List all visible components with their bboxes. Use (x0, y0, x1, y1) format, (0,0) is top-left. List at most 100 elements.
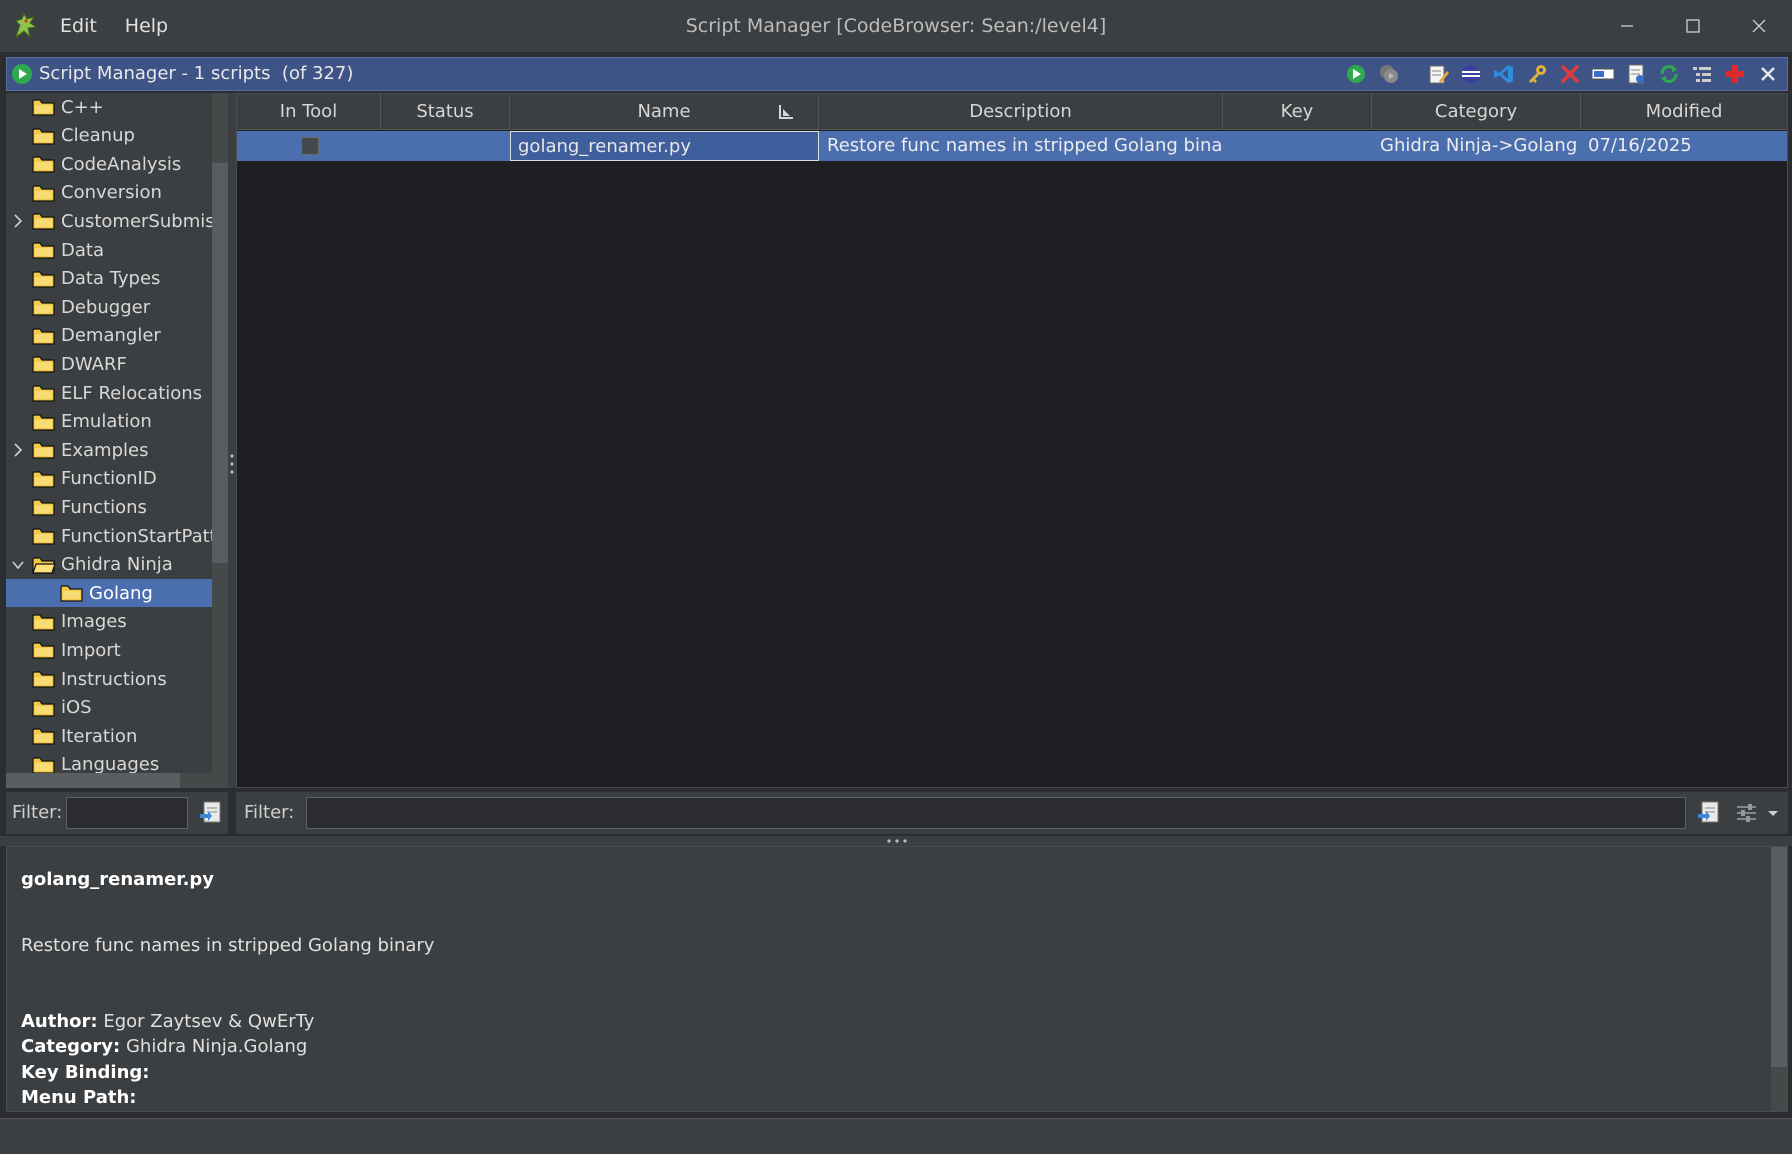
folder-icon (32, 328, 55, 345)
tree-item[interactable]: Examples (6, 436, 212, 464)
close-panel-button[interactable] (1754, 61, 1781, 87)
help-icon (1725, 65, 1744, 83)
edit-script-icon (1429, 65, 1449, 84)
tree-item[interactable]: Emulation (6, 408, 212, 436)
refresh-button[interactable] (1655, 61, 1682, 87)
column-key[interactable]: Key (1223, 94, 1372, 130)
tree-item-label: Data Types (61, 268, 161, 290)
tree-item[interactable]: C++ (6, 93, 212, 121)
tree-item[interactable]: iOS (6, 694, 212, 722)
tree-filter-input[interactable] (66, 797, 188, 829)
rename-script-button[interactable] (1589, 61, 1616, 87)
tree-horizontal-scroll-thumb[interactable] (6, 773, 180, 788)
column-category[interactable]: Category (1372, 94, 1581, 130)
tree-item[interactable]: Cleanup (6, 122, 212, 150)
chevron-down-icon[interactable] (1766, 800, 1780, 826)
tree-item[interactable]: Data (6, 236, 212, 264)
folder-icon (32, 671, 55, 688)
script-manager-icon (12, 64, 32, 84)
tree-item-label: Examples (61, 439, 149, 461)
name-cell[interactable]: golang_renamer.py (510, 131, 819, 161)
tree-item[interactable]: Conversion (6, 179, 212, 207)
tree-item-label: FunctionStartPatte (61, 525, 228, 547)
script-directories-button[interactable] (1688, 61, 1715, 87)
chevron-right-icon[interactable] (12, 214, 24, 228)
tree-item[interactable]: Images (6, 608, 212, 636)
folder-icon (32, 356, 55, 373)
table-row[interactable]: golang_renamer.py Restore func names in … (237, 131, 1787, 161)
tree-item[interactable]: Iteration (6, 722, 212, 750)
folder-open-icon (32, 556, 56, 574)
folder-icon (32, 299, 55, 316)
sort-ascending-icon (779, 105, 793, 119)
menu-help[interactable]: Help (125, 15, 168, 37)
chevron-right-icon[interactable] (12, 443, 24, 457)
column-description[interactable]: Description (819, 94, 1223, 130)
filter-options-icon[interactable] (1696, 800, 1722, 826)
vertical-splitter[interactable] (228, 93, 236, 788)
tree-item[interactable]: ELF Relocations (6, 379, 212, 407)
tree-item[interactable]: DWARF (6, 350, 212, 378)
tree-item[interactable]: FunctionStartPatte (6, 522, 228, 550)
filter-options-icon[interactable] (198, 800, 224, 826)
eclipse-edit-button[interactable] (1457, 61, 1484, 87)
tree-item-label: Ghidra Ninja (61, 554, 173, 576)
column-filter-icon[interactable] (1734, 800, 1760, 826)
menu-bar: Edit Help (60, 0, 168, 52)
tree-item[interactable]: Demangler (6, 322, 212, 350)
modified-cell: 07/16/2025 (1588, 135, 1692, 156)
column-in-tool[interactable]: In Tool (237, 94, 381, 130)
tree-item[interactable]: Debugger (6, 293, 212, 321)
edit-script-button[interactable] (1424, 61, 1451, 87)
status-bar (0, 1118, 1792, 1154)
maximize-button[interactable] (1660, 0, 1726, 52)
tree-item[interactable]: Golang (6, 579, 212, 608)
table-filter-bar: Filter: (236, 792, 1788, 834)
tree-vertical-scroll-thumb[interactable] (212, 163, 228, 563)
in-tool-checkbox[interactable] (301, 137, 319, 155)
minimize-button[interactable] (1594, 0, 1660, 52)
close-window-button[interactable] (1726, 0, 1792, 52)
tree-item[interactable]: Functions (6, 493, 212, 521)
folder-icon (32, 242, 55, 259)
tree-item[interactable]: Ghidra Ninja (6, 551, 212, 579)
tree-item[interactable]: CodeAnalysis (6, 150, 212, 178)
run-script-button[interactable] (1342, 61, 1369, 87)
tree-item-label: Debugger (61, 296, 151, 318)
tree-item[interactable]: Import (6, 636, 212, 664)
details-scroll-thumb[interactable] (1771, 847, 1787, 1067)
table-filter-input[interactable] (306, 797, 1686, 829)
menu-edit[interactable]: Edit (60, 15, 97, 37)
folder-icon (32, 499, 55, 516)
tree-item-label: CodeAnalysis (61, 153, 182, 175)
tree-item[interactable]: FunctionID (6, 465, 212, 493)
rename-script-icon (1591, 68, 1614, 80)
script-toolbar (1342, 61, 1781, 87)
tree-item-label: Cleanup (61, 125, 135, 147)
tree-item[interactable]: Data Types (6, 265, 212, 293)
help-button[interactable] (1721, 61, 1748, 87)
column-modified[interactable]: Modified (1581, 94, 1787, 130)
tree-item-label: Functions (61, 496, 147, 518)
script-count-title: Script Manager - 1 scripts (of 327) (39, 63, 354, 84)
tree-item-label: Iteration (61, 725, 138, 747)
run-last-script-icon (1379, 65, 1398, 83)
scripts-table: In Tool Status Name Description Key Cate… (236, 93, 1788, 788)
ghidra-dragon-icon (15, 12, 38, 39)
chevron-down-icon[interactable] (12, 558, 24, 572)
delete-script-button[interactable] (1556, 61, 1583, 87)
folder-icon (32, 642, 55, 659)
details-menu-path: Menu Path: (21, 1087, 137, 1108)
details-script-name: golang_renamer.py (21, 869, 215, 890)
column-status[interactable]: Status (381, 94, 510, 130)
category-tree[interactable]: C++ Cleanup CodeAnalysis Conversion Customer… (6, 93, 228, 788)
vscode-edit-button[interactable] (1490, 61, 1517, 87)
new-script-button[interactable] (1622, 61, 1649, 87)
column-name[interactable]: Name (510, 94, 819, 130)
folder-icon (32, 757, 55, 774)
key-binding-button[interactable] (1523, 61, 1550, 87)
run-last-script-button[interactable] (1375, 61, 1402, 87)
tree-item[interactable]: CustomerSubmiss (6, 207, 224, 235)
tree-item[interactable]: Instructions (6, 665, 212, 693)
tree-item-label: Emulation (61, 411, 152, 433)
